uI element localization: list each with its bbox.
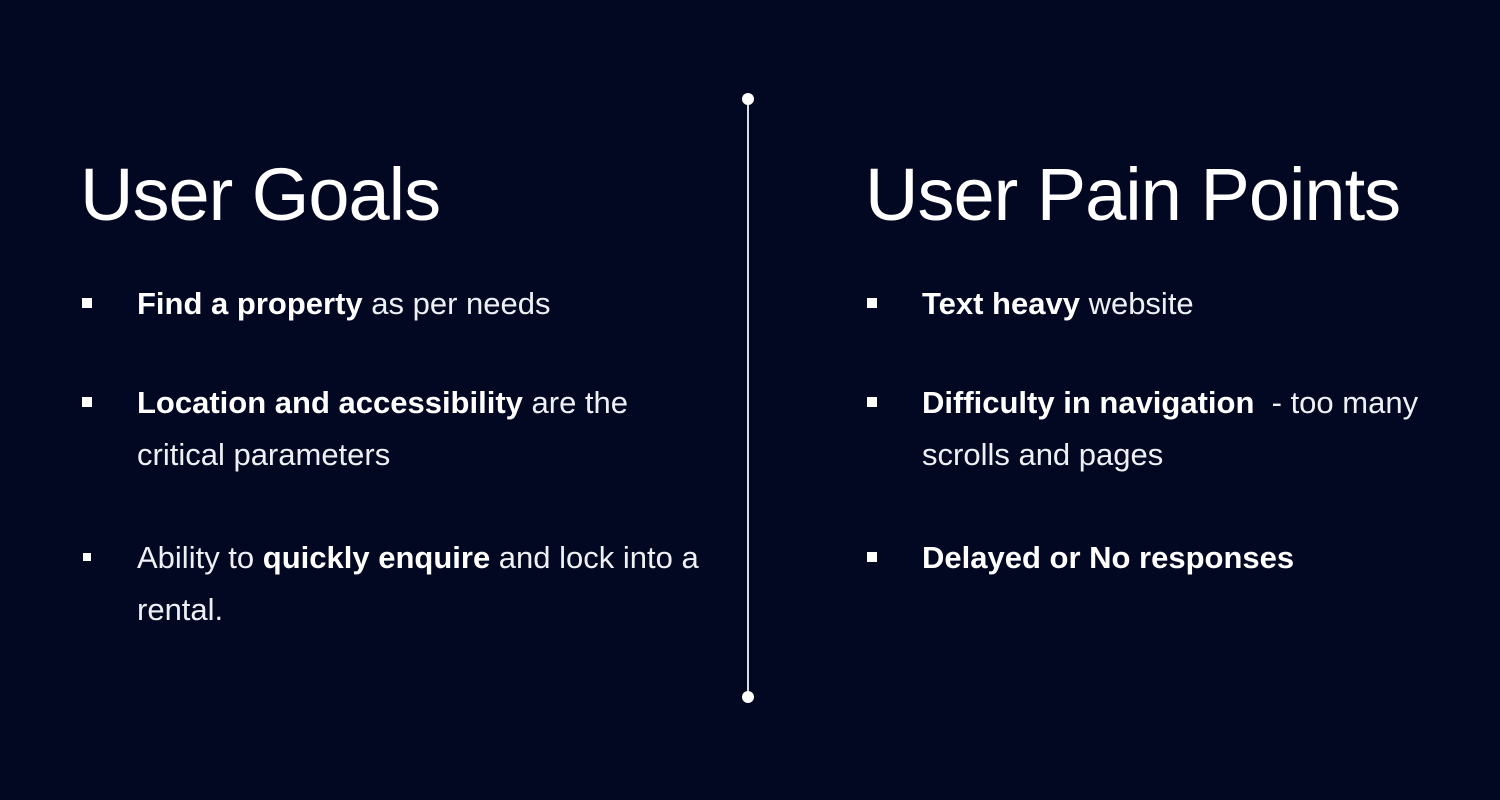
user-pain-points-title: User Pain Points [865, 153, 1401, 236]
goal-item: Ability to quickly enquire and lock into… [80, 532, 700, 636]
goal-item-text: Find a property as per needs [137, 278, 700, 330]
goal-item-strong: quickly enquire [262, 540, 491, 575]
divider-bottom-dot-icon [742, 691, 754, 703]
goal-item-text: Ability to quickly enquire and lock into… [137, 532, 700, 636]
square-bullet-icon [867, 397, 877, 407]
pain-point-strong: Text heavy [922, 286, 1080, 321]
goal-item-pre: Ability to [137, 540, 263, 575]
square-bullet-icon [82, 397, 92, 407]
goal-item-text: Location and accessibility are the criti… [137, 377, 700, 481]
pain-point-strong: Delayed or No responses [922, 540, 1295, 575]
vertical-divider [747, 99, 749, 697]
goal-item-strong: Location and accessibility [137, 385, 523, 420]
divider-top-dot-icon [742, 93, 754, 105]
goal-item: Find a property as per needs [80, 278, 700, 330]
slide: User Goals Find a property as per needs … [0, 0, 1500, 800]
goal-item-rest: as per needs [362, 286, 551, 321]
pain-point-item: Text heavy website [865, 278, 1465, 330]
pain-point-strong: Difficulty in navigation [922, 385, 1255, 420]
square-bullet-icon [867, 552, 877, 562]
user-goals-title: User Goals [80, 153, 441, 236]
pain-point-item: Difficulty in navigation - too many scro… [865, 377, 1465, 481]
goal-item: Location and accessibility are the criti… [80, 377, 700, 481]
pain-point-text: Text heavy website [922, 278, 1465, 330]
square-bullet-icon [867, 298, 877, 308]
pain-point-text: Delayed or No responses [922, 532, 1465, 584]
square-bullet-icon [83, 553, 91, 561]
goal-item-strong: Find a property [137, 286, 363, 321]
pain-point-rest: website [1079, 286, 1194, 321]
square-bullet-icon [82, 298, 92, 308]
pain-point-text: Difficulty in navigation - too many scro… [922, 377, 1465, 481]
pain-point-item: Delayed or No responses [865, 532, 1465, 584]
